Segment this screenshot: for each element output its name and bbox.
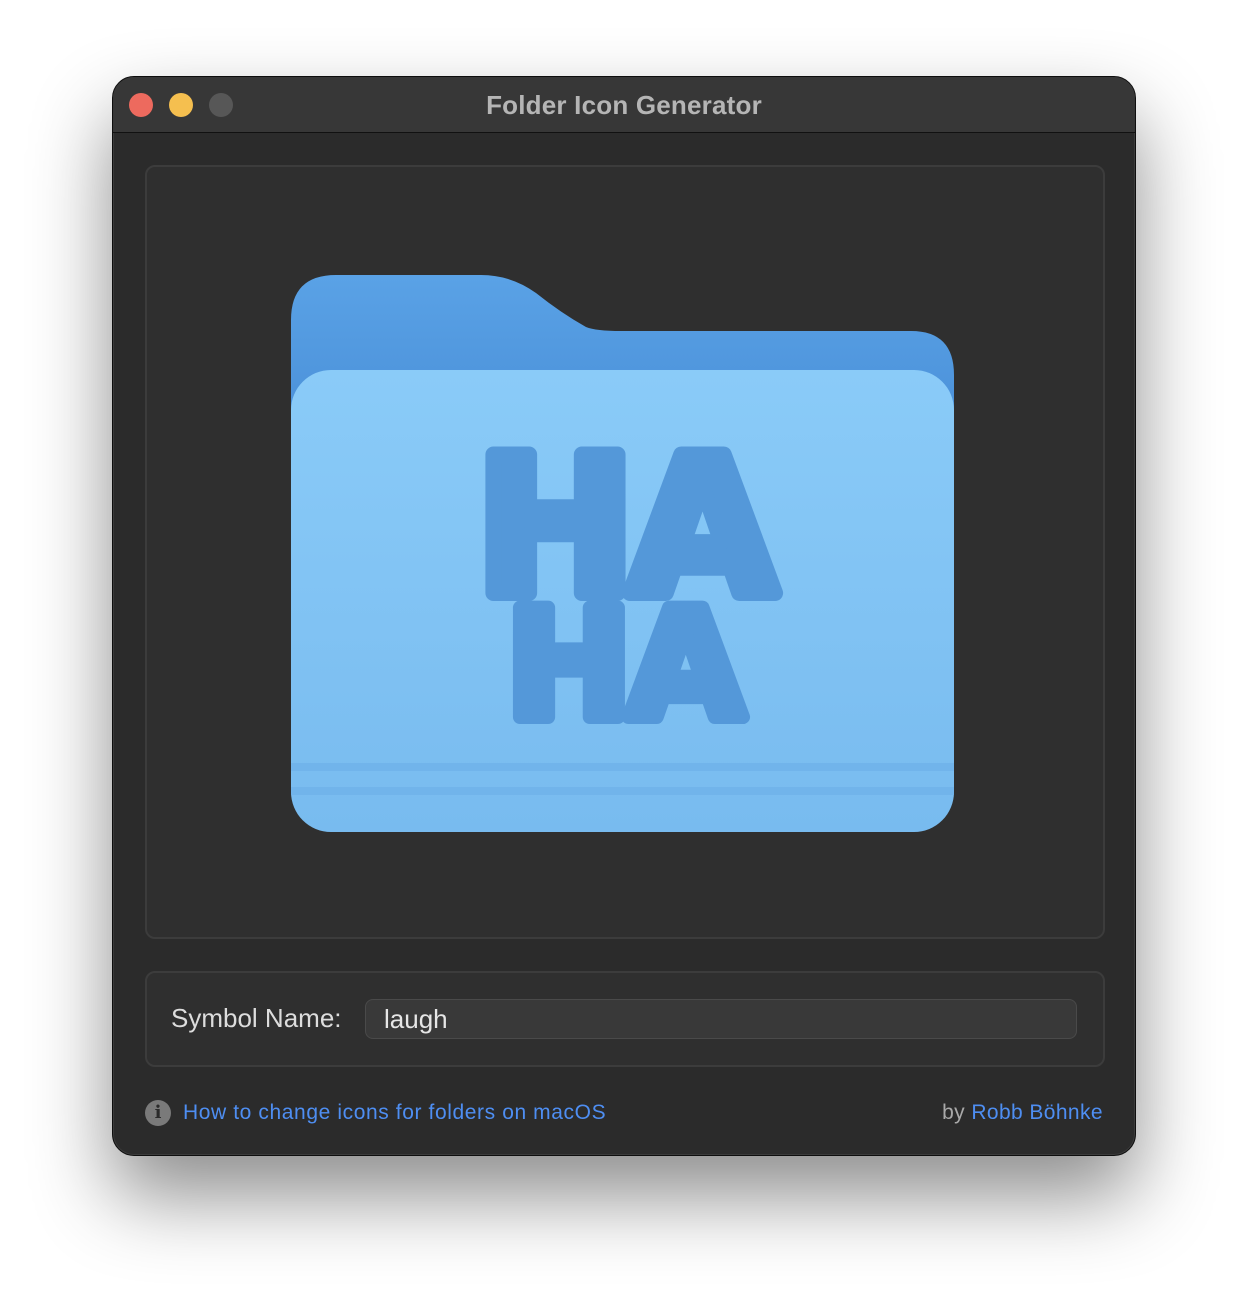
app-window: Folder Icon Generator HA HA Symbol Name:… [112, 76, 1136, 1156]
folder-icon: HA HA [291, 275, 954, 832]
folder-ridge [291, 763, 954, 771]
title-bar[interactable]: Folder Icon Generator [113, 77, 1135, 133]
footer: i How to change icons for folders on mac… [145, 1099, 1105, 1129]
info-circle-icon: i [145, 1100, 171, 1126]
credit: by Robb Böhnke [942, 1101, 1103, 1125]
window-title: Folder Icon Generator [486, 90, 762, 120]
help-link[interactable]: How to change icons for folders on macOS [183, 1101, 606, 1125]
symbol-form: Symbol Name: [145, 971, 1105, 1067]
symbol-line-2: HA [506, 579, 744, 753]
by-label: by [942, 1101, 966, 1124]
symbol-name-input[interactable] [365, 999, 1077, 1039]
icon-preview-panel: HA HA [145, 165, 1105, 939]
folder-ridge [291, 787, 954, 795]
author-link[interactable]: Robb Böhnke [971, 1101, 1103, 1124]
symbol-name-label: Symbol Name: [171, 1003, 342, 1033]
